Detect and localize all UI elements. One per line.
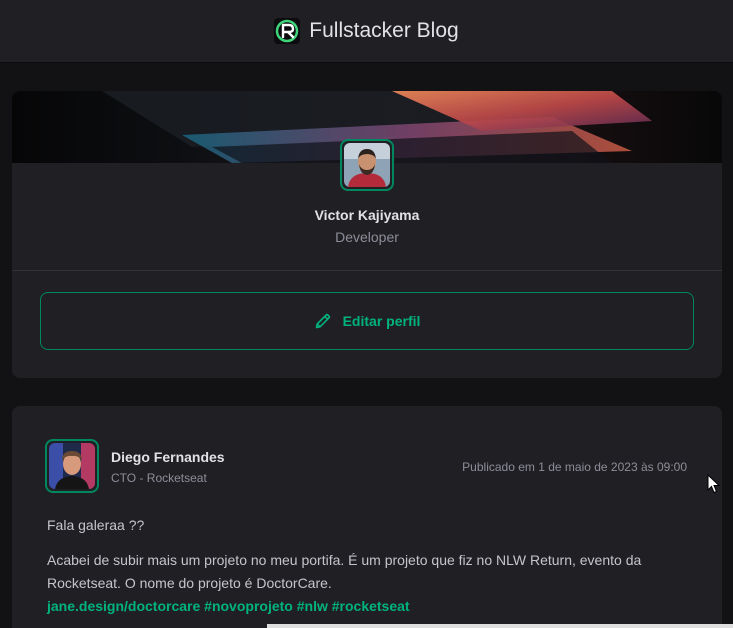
post-card: Diego Fernandes CTO - Rocketseat Publica… [12,406,722,628]
post-hashtag-link[interactable]: #novoprojeto [204,598,293,614]
header-title: Fullstacker Blog [309,19,459,42]
horizontal-scrollbar[interactable] [267,624,733,628]
post-link[interactable]: jane.design/doctorcare [47,598,200,614]
post-links: jane.design/doctorcare #novoprojeto #nlw… [47,595,687,618]
profile-avatar [340,139,394,191]
post-paragraph: Acabei de subir mais um projeto no meu p… [47,552,642,591]
post-hashtag-link[interactable]: #rocketseat [332,598,410,614]
post-author-name: Diego Fernandes [111,449,225,465]
profile-name: Victor Kajiyama [314,207,420,223]
pencil-icon [315,313,330,329]
mouse-cursor-icon [707,474,721,494]
edit-profile-button[interactable]: Editar perfil [40,292,694,350]
post-date: Publicado em 1 de maio de 2023 às 09:00 [462,460,687,474]
profile-divider [12,270,722,271]
profile-card: Victor Kajiyama Developer Editar perfil [12,91,722,378]
post-content: Fala galeraa ?? Acabei de subir mais um … [47,514,687,618]
post-author-avatar[interactable] [45,439,99,493]
edit-profile-label: Editar perfil [342,313,421,329]
post-author-avatar-image [49,443,95,489]
post-paragraph: Fala galeraa ?? [47,517,145,533]
profile-role: Developer [335,229,399,245]
rocketseat-logo-icon [274,18,301,44]
profile-avatar-image [344,143,390,187]
post-hashtag-link[interactable]: #nlw [297,598,328,614]
app-header: Fullstacker Blog [0,0,733,63]
post-author-role: CTO - Rocketseat [111,471,207,485]
